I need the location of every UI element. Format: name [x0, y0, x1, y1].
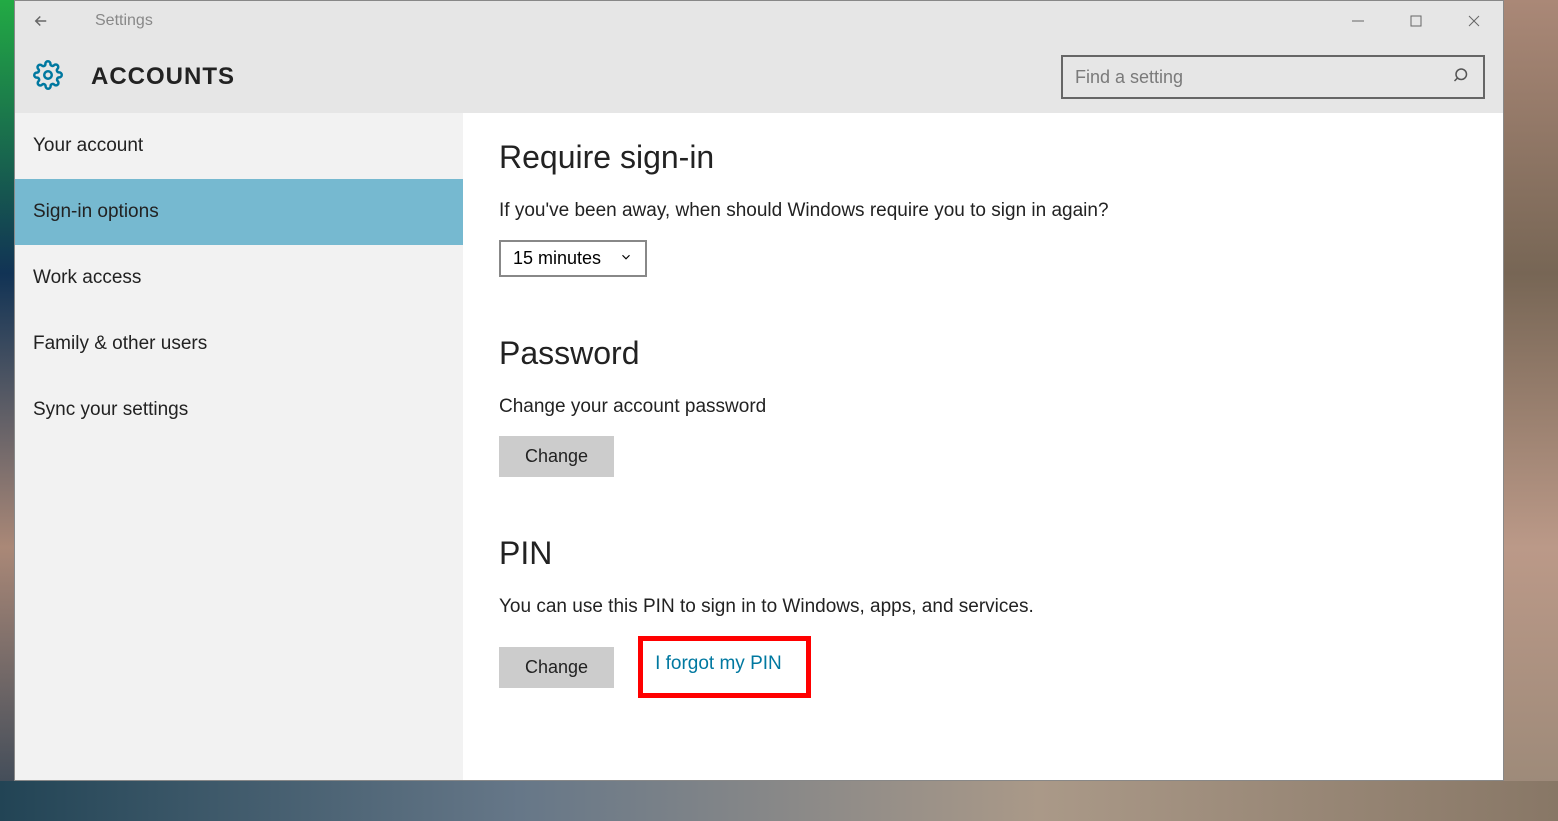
maximize-button[interactable] [1387, 1, 1445, 41]
password-change-button[interactable]: Change [499, 436, 614, 477]
arrow-left-icon [32, 12, 50, 30]
close-icon [1467, 14, 1481, 28]
maximize-icon [1410, 15, 1422, 27]
require-signin-dropdown-value: 15 minutes [513, 248, 601, 269]
sidebar: Your account Sign-in options Work access… [15, 113, 463, 780]
search-icon [1453, 66, 1471, 89]
header: ACCOUNTS [15, 41, 1503, 113]
desktop-background-right [1504, 0, 1558, 821]
require-signin-dropdown[interactable]: 15 minutes [499, 240, 647, 277]
pin-heading: PIN [499, 535, 1503, 572]
chevron-down-icon [619, 248, 633, 269]
annotation-highlight: I forgot my PIN [638, 636, 811, 698]
pin-description: You can use this PIN to sign in to Windo… [499, 596, 1503, 618]
password-heading: Password [499, 335, 1503, 372]
page-title: ACCOUNTS [91, 63, 235, 91]
desktop-background-bottom [0, 781, 1558, 821]
sidebar-item-work-access[interactable]: Work access [15, 245, 463, 311]
search-box[interactable] [1061, 55, 1485, 99]
window-controls [1329, 1, 1503, 41]
pin-change-button[interactable]: Change [499, 647, 614, 688]
close-button[interactable] [1445, 1, 1503, 41]
minimize-icon [1351, 14, 1365, 28]
sidebar-item-sign-in-options[interactable]: Sign-in options [15, 179, 463, 245]
pin-actions-row: Change I forgot my PIN [499, 636, 1503, 698]
titlebar: Settings [15, 1, 1503, 41]
back-button[interactable] [23, 3, 59, 39]
desktop-background-left [0, 0, 14, 821]
sidebar-item-sync-your-settings[interactable]: Sync your settings [15, 377, 463, 443]
minimize-button[interactable] [1329, 1, 1387, 41]
main-panel: Require sign-in If you've been away, whe… [463, 113, 1503, 780]
content-area: Your account Sign-in options Work access… [15, 113, 1503, 780]
gear-icon [33, 60, 63, 95]
search-input[interactable] [1075, 67, 1453, 88]
window-title: Settings [95, 12, 153, 30]
settings-window: Settings ACCOUNTS [14, 0, 1504, 781]
sidebar-item-family-other-users[interactable]: Family & other users [15, 311, 463, 377]
require-signin-description: If you've been away, when should Windows… [499, 200, 1503, 222]
sidebar-item-your-account[interactable]: Your account [15, 113, 463, 179]
password-description: Change your account password [499, 396, 1503, 418]
forgot-pin-link[interactable]: I forgot my PIN [655, 653, 782, 675]
require-signin-heading: Require sign-in [499, 139, 1503, 176]
